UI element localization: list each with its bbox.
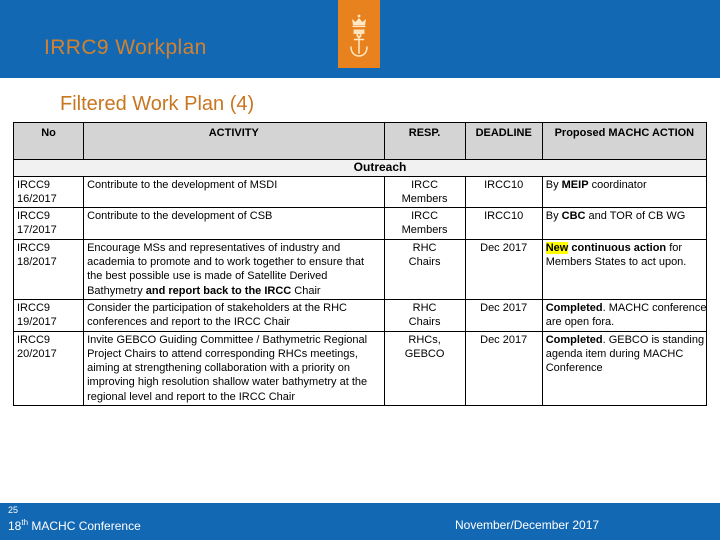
cell-activity: Encourage MSs and representatives of ind… bbox=[83, 238, 385, 300]
cell-no: IRCC9 20/2017 bbox=[12, 330, 85, 407]
cell-activity: Contribute to the development of CSB bbox=[83, 207, 385, 240]
footer-conf-number: 18 bbox=[8, 519, 22, 533]
column-header-deadline: DEADLINE bbox=[464, 122, 543, 160]
cell-activity: Contribute to the development of MSDI bbox=[83, 175, 385, 209]
column-header-action: Proposed MACHC ACTION bbox=[541, 122, 708, 160]
cell-resp: IRCC Members bbox=[383, 207, 466, 240]
cell-deadline: Dec 2017 bbox=[464, 238, 543, 300]
work-plan-table: No ACTIVITY RESP. DEADLINE Proposed MACH… bbox=[12, 122, 708, 407]
cell-activity: Consider the participation of stakeholde… bbox=[83, 298, 385, 332]
cell-no: IRCC9 16/2017 bbox=[12, 175, 85, 209]
footer-date: November/December 2017 bbox=[455, 518, 600, 532]
cell-resp: RHC Chairs bbox=[383, 238, 466, 300]
cell-resp: RHCs, GEBCO bbox=[383, 330, 466, 407]
cell-no: IRCC9 18/2017 bbox=[12, 238, 85, 300]
footer-conference-label: 18th MACHC Conference bbox=[8, 518, 141, 533]
logo-plate bbox=[338, 0, 380, 68]
table-body: Outreach IRCC9 16/2017 Contribute to the … bbox=[12, 159, 708, 407]
cell-action: By MEIP coordinator bbox=[541, 175, 708, 209]
cell-deadline: IRCC10 bbox=[464, 207, 543, 240]
slide-root: IRRC9 Workplan Filtered Work Plan (4) No… bbox=[0, 0, 720, 540]
column-header-activity: ACTIVITY bbox=[83, 122, 385, 160]
section-heading: Filtered Work Plan (4) bbox=[60, 93, 255, 115]
cell-deadline: Dec 2017 bbox=[464, 298, 543, 332]
table-section-row: Outreach bbox=[13, 159, 707, 177]
cell-resp: IRCC Members bbox=[383, 175, 466, 209]
cell-activity: Invite GEBCO Guiding Committee / Bathyme… bbox=[83, 330, 385, 407]
column-header-no: No bbox=[12, 122, 85, 160]
cell-no: IRCC9 19/2017 bbox=[12, 298, 85, 332]
cell-no: IRCC9 17/2017 bbox=[12, 207, 85, 240]
cell-action: Completed. GEBCO is standing agenda item… bbox=[541, 330, 708, 407]
footer-conf-rest: MACHC Conference bbox=[28, 519, 141, 533]
table-row: IRCC9 17/2017 Contribute to the developme… bbox=[12, 207, 708, 240]
table-header: No ACTIVITY RESP. DEADLINE Proposed MACH… bbox=[12, 122, 708, 160]
cell-action: By CBC and TOR of CB WG bbox=[541, 207, 708, 240]
section-row-label: Outreach bbox=[353, 160, 407, 174]
table-row: IRCC9 16/2017 Contribute to the developme… bbox=[12, 175, 708, 209]
header-band: IRRC9 Workplan bbox=[0, 0, 720, 78]
page-title: IRRC9 Workplan bbox=[44, 36, 207, 59]
footer-page-number: 25 bbox=[8, 505, 19, 515]
crown-anchor-emblem-icon bbox=[350, 14, 368, 57]
cell-action: New continuous action for Members States… bbox=[541, 238, 708, 300]
cell-deadline: IRCC10 bbox=[464, 175, 543, 209]
column-header-resp: RESP. bbox=[383, 122, 466, 160]
cell-action: Completed. MACHC conference are open for… bbox=[541, 298, 708, 332]
table-header-row: No ACTIVITY RESP. DEADLINE Proposed MACH… bbox=[12, 122, 708, 160]
table-row: IRCC9 18/2017 Encourage MSs and represent… bbox=[12, 238, 708, 300]
cell-resp: RHC Chairs bbox=[383, 298, 466, 332]
table-row: IRCC9 19/2017 Consider the participation … bbox=[12, 298, 708, 332]
section-row-cell: Outreach bbox=[13, 159, 707, 177]
cell-deadline: Dec 2017 bbox=[464, 330, 543, 407]
table-row: IRCC9 20/2017 Invite GEBCO Guiding Commit… bbox=[12, 330, 708, 407]
